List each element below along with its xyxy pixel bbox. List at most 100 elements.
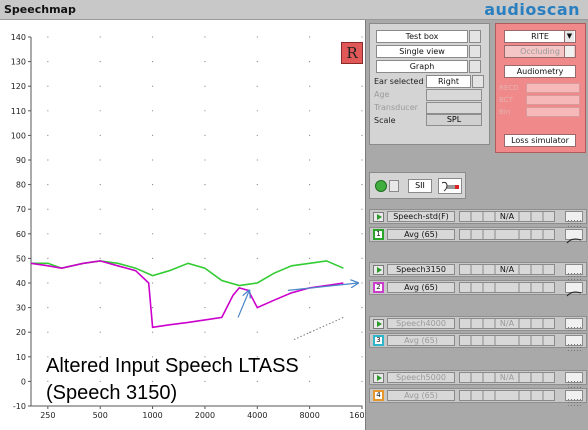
test-number-badge[interactable]: 4 (373, 390, 384, 401)
x-tick-label: 4000 (247, 411, 267, 420)
grid-dot (151, 85, 154, 87)
level-select[interactable]: Avg (65) (387, 390, 455, 401)
play-icon[interactable] (373, 319, 384, 329)
level-row: 1 Avg (65) (369, 227, 587, 244)
globe-dropdown[interactable] (389, 180, 399, 192)
y-tick-label: 0 (21, 377, 26, 386)
stimulus-value: N/A (459, 264, 555, 275)
grid-dot (47, 184, 49, 186)
grid-icon[interactable] (565, 372, 583, 388)
grid-dot (151, 208, 154, 210)
grid-dot (204, 61, 206, 63)
grid-icon[interactable] (565, 264, 583, 280)
stimulus-select[interactable]: Speech4000 (387, 318, 455, 329)
grid-dot (256, 208, 258, 210)
grid-dot (361, 380, 363, 382)
grid-dot (361, 257, 363, 259)
level-select[interactable]: Avg (65) (387, 335, 455, 346)
y-tick-label: 130 (11, 58, 26, 67)
grid-dot (361, 233, 363, 235)
grid-dot (256, 36, 258, 38)
grid-dot (99, 208, 101, 210)
grid-dot (99, 184, 101, 186)
speechmap-graph[interactable]: 140 130 120 110 100 90 80 70 60 50 40 30 20 10 0 -10 250… (0, 20, 364, 430)
grid-dot (309, 110, 311, 112)
grid-icon[interactable] (565, 390, 583, 406)
play-icon[interactable] (373, 212, 384, 222)
occluding-toggle[interactable] (564, 46, 574, 57)
annotation-arrow (287, 283, 358, 291)
grid-icon[interactable] (565, 318, 583, 334)
stimulus-row: Speech-std(F) N/A (369, 209, 587, 227)
level-select[interactable]: Avg (65) (387, 229, 455, 240)
y-tick-label: 50 (16, 254, 26, 263)
control-panel: Test box Single view Graph Ear selected … (365, 20, 588, 430)
rite-select[interactable]: RITE ▼ (504, 30, 576, 43)
grid-dot (204, 184, 206, 186)
annotation-line-2: (Speech 3150) (46, 382, 178, 404)
grid-dot (361, 110, 363, 112)
grid-dot (256, 331, 258, 333)
level-value (459, 335, 555, 346)
play-icon[interactable] (373, 373, 384, 383)
test-number-badge[interactable]: 2 (373, 282, 384, 293)
test-box-button[interactable]: Test box (376, 30, 481, 43)
audiometry-button[interactable]: Audiometry (504, 65, 576, 78)
ear-selected-select[interactable]: Right (426, 75, 484, 88)
grid-dot (204, 257, 206, 259)
reco-field[interactable] (526, 83, 580, 93)
tool-box: SII (369, 172, 466, 199)
grid-dot (309, 307, 311, 309)
stimulus-select[interactable]: Speech3150 (387, 264, 455, 275)
grid-dot (309, 380, 311, 382)
grid-dot (309, 159, 311, 161)
play-icon[interactable] (373, 265, 384, 275)
test-number-badge[interactable]: 1 (373, 229, 384, 240)
stimulus-select[interactable]: Speech-std(F) (387, 211, 455, 222)
x-tick-label: 2000 (195, 411, 215, 420)
curve-icon[interactable] (565, 282, 583, 297)
curve-icon[interactable] (565, 229, 583, 244)
stimulus-value: N/A (459, 318, 555, 329)
grid-icon[interactable] (565, 211, 583, 227)
grid-dot (151, 184, 154, 186)
grid-dot (99, 159, 101, 161)
bin-label: Bin (499, 108, 511, 116)
test-box-dropdown[interactable] (469, 30, 481, 43)
grid-dot (99, 233, 101, 235)
probe-icon[interactable] (438, 178, 462, 194)
single-view-dropdown[interactable] (469, 45, 481, 58)
age-field[interactable] (426, 89, 482, 101)
grid-icon-glyph (568, 344, 581, 351)
graph-dropdown[interactable] (469, 60, 481, 73)
y-tick-label: 30 (16, 304, 26, 313)
grid-icon[interactable] (565, 335, 583, 351)
grid-dot (361, 159, 363, 161)
grid-dot (256, 61, 258, 63)
level-select[interactable]: Avg (65) (387, 282, 455, 293)
grid-dot (204, 159, 206, 161)
grid-dot (99, 257, 101, 259)
ear-selected-dropdown[interactable] (472, 75, 484, 88)
dotted-segment (293, 316, 344, 341)
test-number-badge[interactable]: 3 (373, 335, 384, 346)
loss-simulator-button[interactable]: Loss simulator (504, 134, 576, 147)
transducer-field[interactable] (426, 102, 482, 114)
sii-button[interactable]: SII (408, 179, 432, 193)
grid-dot (204, 85, 206, 87)
bct-field[interactable] (526, 95, 580, 105)
single-view-button[interactable]: Single view (376, 45, 481, 58)
ear-selected-value: Right (437, 77, 460, 86)
globe-icon[interactable] (375, 180, 387, 192)
stimulus-select[interactable]: Speech5000 (387, 372, 455, 383)
graph-button[interactable]: Graph (376, 60, 481, 73)
bin-field[interactable] (526, 107, 580, 117)
grid-dot (309, 85, 311, 87)
grid-dot (256, 85, 258, 87)
right-ear-button[interactable]: R (341, 42, 363, 64)
chevron-down-icon[interactable]: ▼ (564, 31, 574, 42)
occluding-button[interactable]: Occluding (504, 45, 576, 58)
grid-dot (204, 331, 206, 333)
grid-dot (151, 61, 154, 63)
scale-label: Scale (374, 116, 396, 125)
